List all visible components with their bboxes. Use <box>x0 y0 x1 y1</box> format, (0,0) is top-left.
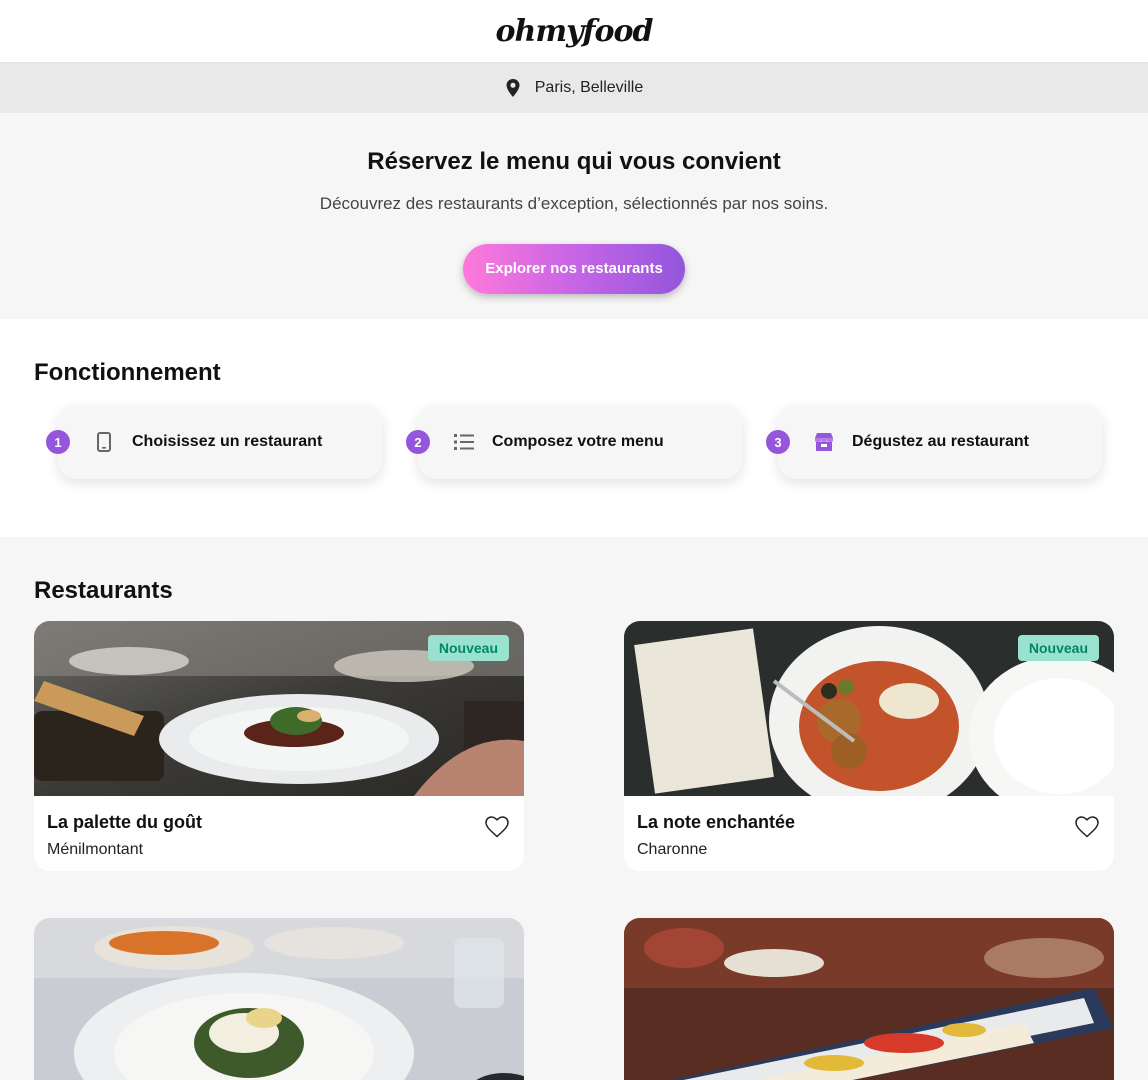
site-header: ohmyfood <box>0 0 1148 63</box>
hero-title: Réservez le menu qui vous convient <box>367 148 781 175</box>
heart-icon[interactable] <box>1075 816 1099 838</box>
heart-icon[interactable] <box>485 816 509 838</box>
step-number: 1 <box>46 430 70 454</box>
restaurant-image[interactable] <box>34 918 524 1080</box>
step-2: 2 Composez votre menu <box>406 405 742 479</box>
restaurant-image[interactable]: Nouveau <box>624 621 1114 796</box>
step-1: 1 Choisissez un restaurant <box>46 405 382 479</box>
logo[interactable]: ohmyfood <box>496 14 654 49</box>
restaurant-info: La note enchantée Charonne <box>624 796 1114 871</box>
map-pin-icon <box>505 79 521 97</box>
location-label: Paris, Belleville <box>534 79 644 96</box>
explore-restaurants-button[interactable]: Explorer nos restaurants <box>463 244 685 294</box>
hero-section: Réservez le menu qui vous convient Décou… <box>0 113 1148 319</box>
store-icon <box>814 432 834 452</box>
step-card: Choisissez un restaurant <box>58 405 382 479</box>
step-number: 3 <box>766 430 790 454</box>
restaurant-name: La note enchantée <box>637 812 796 832</box>
how-it-works-title: Fonctionnement <box>34 359 221 386</box>
restaurants-title: Restaurants <box>34 577 173 604</box>
restaurant-location: Charonne <box>637 841 708 858</box>
mobile-phone-icon <box>94 432 114 452</box>
restaurant-card[interactable]: Nouveau La palette du goût Ménilmontant <box>34 621 524 871</box>
step-card: Dégustez au restaurant <box>778 405 1102 479</box>
step-label: Composez votre menu <box>492 433 664 450</box>
restaurants-section: Restaurants Nouveau La palette du goût M… <box>0 537 1148 1080</box>
restaurant-image[interactable]: Nouveau <box>34 621 524 796</box>
new-badge: Nouveau <box>1017 635 1099 661</box>
restaurant-info: La palette du goût Ménilmontant <box>34 796 524 871</box>
step-label: Choisissez un restaurant <box>132 433 323 450</box>
restaurant-card[interactable]: Nouveau La note enchantée Charonne <box>624 621 1114 871</box>
restaurant-card[interactable] <box>34 918 524 1080</box>
new-badge: Nouveau <box>427 635 509 661</box>
list-icon <box>454 432 474 452</box>
restaurant-name: La palette du goût <box>47 812 202 832</box>
restaurant-card[interactable] <box>624 918 1114 1080</box>
how-it-works-section: Fonctionnement 1 Choisissez un restauran… <box>0 319 1148 537</box>
step-number: 2 <box>406 430 430 454</box>
step-card: Composez votre menu <box>418 405 742 479</box>
step-label: Dégustez au restaurant <box>852 433 1029 450</box>
restaurant-location: Ménilmontant <box>47 841 144 858</box>
location-bar[interactable]: Paris, Belleville <box>0 63 1148 113</box>
restaurants-grid: Nouveau La palette du goût Ménilmontant <box>34 621 1114 1080</box>
steps-list: 1 Choisissez un restaurant 2 Composez vo… <box>34 405 1114 479</box>
hero-subtitle: Découvrez des restaurants d’exception, s… <box>319 194 829 213</box>
restaurant-image[interactable] <box>624 918 1114 1080</box>
step-3: 3 Dégustez au restaurant <box>766 405 1102 479</box>
